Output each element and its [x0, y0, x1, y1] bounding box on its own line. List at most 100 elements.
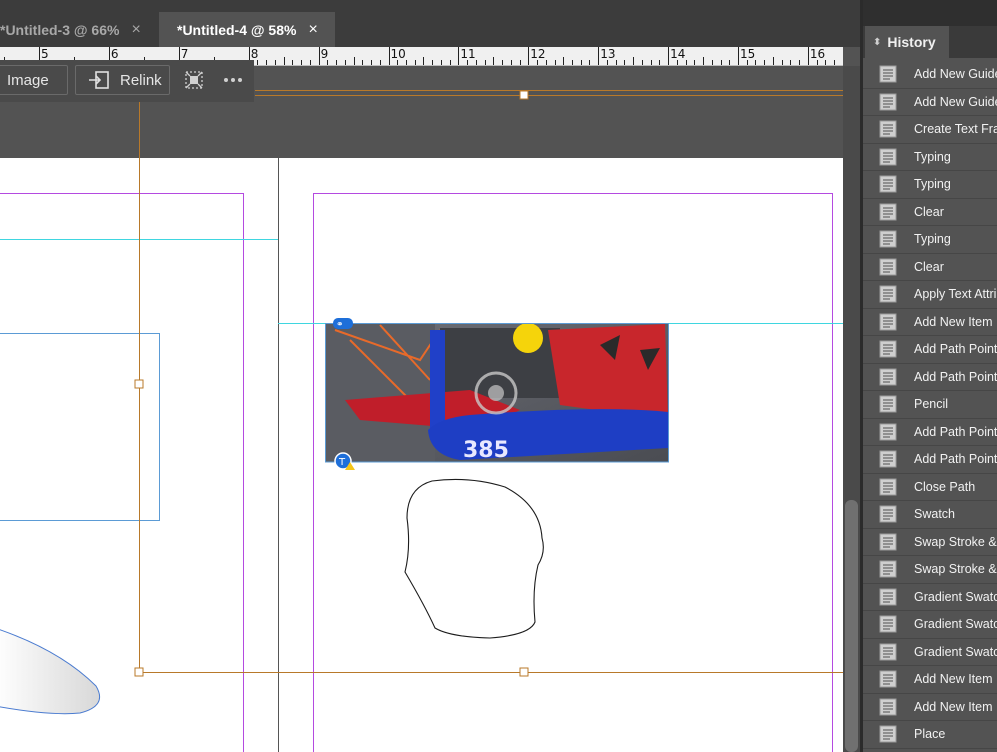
history-item[interactable]: Close Path — [863, 474, 997, 501]
panel-dock-header — [863, 0, 997, 26]
history-state-icon — [879, 533, 897, 551]
ellipsis-icon[interactable] — [222, 69, 244, 91]
ruler-minor-tick — [563, 57, 564, 65]
history-item[interactable]: Add New Item — [863, 309, 997, 336]
history-item[interactable]: Swap Stroke & Fill — [863, 529, 997, 556]
history-item[interactable]: Create Text Frame — [863, 116, 997, 144]
history-item-label: Gradient Swatch — [914, 617, 997, 632]
ruler-minor-tick — [354, 57, 355, 65]
relink-button[interactable]: Relink — [75, 65, 170, 95]
history-state-icon — [879, 478, 897, 496]
history-item[interactable]: Clear — [863, 199, 997, 226]
history-item[interactable]: Add Path Points — [863, 364, 997, 391]
history-tab[interactable]: ⬍ History — [865, 26, 949, 58]
ruler-minor-tick — [502, 60, 503, 65]
scrollbar-thumb[interactable] — [845, 500, 858, 752]
history-state-icon — [879, 313, 897, 331]
tab-label: *Untitled-4 @ 58% — [177, 21, 297, 38]
history-item[interactable]: Swatch — [863, 501, 997, 529]
document-page[interactable] — [0, 158, 843, 752]
ruler-minor-tick — [310, 60, 311, 65]
relink-icon — [89, 71, 109, 89]
history-item[interactable]: Place — [863, 721, 997, 749]
history-item-label: Add New Item — [914, 672, 993, 687]
document-tab-bar: *Untitled-3 @ 66% × *Untitled-4 @ 58% × — [0, 12, 860, 47]
ruler-number: 6 — [110, 47, 119, 61]
ruler-minor-tick — [555, 60, 556, 65]
ruler-minor-tick — [485, 60, 486, 65]
history-item[interactable]: Typing — [863, 226, 997, 254]
vertical-scrollbar[interactable] — [843, 66, 860, 752]
ruler-minor-tick — [633, 57, 634, 65]
tab-untitled-4[interactable]: *Untitled-4 @ 58% × — [159, 12, 335, 47]
close-icon[interactable]: × — [308, 21, 317, 39]
ruler-minor-tick — [747, 60, 748, 65]
history-state-icon — [879, 175, 897, 193]
ruler-number: 11 — [460, 47, 476, 61]
history-item[interactable]: Clear — [863, 254, 997, 281]
ruler-minor-tick — [572, 60, 573, 65]
ruler-minor-tick — [284, 57, 285, 65]
history-state-icon — [879, 203, 897, 221]
history-item[interactable]: Gradient Swatch — [863, 584, 997, 611]
ruler-minor-tick — [371, 60, 372, 65]
history-item-label: Typing — [914, 177, 951, 192]
history-item[interactable]: Add Path Points — [863, 336, 997, 364]
history-state-icon — [879, 670, 897, 688]
history-item[interactable]: Add New Item — [863, 694, 997, 721]
ruler-minor-tick — [362, 60, 363, 65]
history-item-label: Close Path — [914, 479, 976, 494]
fit-frame-icon[interactable] — [183, 69, 205, 91]
history-state-icon — [879, 698, 897, 716]
history-item[interactable]: Add New Guide — [863, 89, 997, 116]
history-item[interactable]: Typing — [863, 171, 997, 199]
history-item-label: Add Path Points — [914, 452, 997, 467]
ruler-number: 15 — [740, 47, 756, 61]
history-item[interactable]: Add Path Points — [863, 446, 997, 474]
image-button[interactable]: Image — [0, 65, 68, 95]
history-state-icon — [879, 148, 897, 166]
ruler-minor-tick — [651, 60, 652, 65]
history-state-icon — [879, 230, 897, 248]
ruler-minor-tick — [659, 60, 660, 65]
tab-untitled-3[interactable]: *Untitled-3 @ 66% × — [0, 12, 158, 47]
history-item[interactable]: Apply Text Attributes — [863, 281, 997, 309]
title-strip — [0, 0, 860, 12]
history-item-label: Add Path Points — [914, 369, 997, 384]
ruler-corner — [843, 47, 860, 65]
ruler-minor-tick — [607, 60, 608, 65]
history-item[interactable]: Swap Stroke & Fill — [863, 556, 997, 584]
history-item-label: Typing — [914, 232, 951, 247]
ruler-minor-tick — [301, 60, 302, 65]
ruler-minor-tick — [406, 60, 407, 65]
ruler-minor-tick — [755, 60, 756, 65]
history-state-icon — [879, 588, 897, 606]
history-item[interactable]: Pencil — [863, 391, 997, 419]
history-item[interactable]: Gradient Swatch — [863, 639, 997, 666]
history-state-icon — [879, 340, 897, 358]
contextual-task-bar: Image Relink — [0, 60, 254, 102]
history-item-label: Add New Guide — [914, 94, 997, 109]
history-item-label: Swatch — [914, 507, 955, 522]
collapse-chevron-icon[interactable]: ⬍ — [873, 37, 881, 48]
ruler-minor-tick — [415, 60, 416, 65]
ruler-minor-tick — [493, 57, 494, 65]
history-panel: ⬍ History Add New Guide Add New Guide Crea… — [863, 0, 997, 752]
history-item[interactable]: Gradient Swatch — [863, 611, 997, 639]
history-item-label: Apply Text Attributes — [914, 287, 997, 302]
history-item-label: Add New Item — [914, 699, 993, 714]
history-item[interactable]: Add Path Points — [863, 419, 997, 446]
ruler-minor-tick — [380, 60, 381, 65]
ruler-minor-tick — [423, 57, 424, 65]
close-icon[interactable]: × — [131, 21, 140, 39]
ruler-minor-tick — [721, 60, 722, 65]
ruler-minor-tick — [729, 60, 730, 65]
history-state-icon — [879, 65, 897, 83]
history-item[interactable]: Typing — [863, 144, 997, 171]
history-item[interactable]: Add New Guide — [863, 61, 997, 89]
history-item-label: Add Path Points — [914, 424, 997, 439]
history-item-label: Gradient Swatch — [914, 644, 997, 659]
ruler-minor-tick — [450, 60, 451, 65]
history-item[interactable]: Add New Item — [863, 666, 997, 694]
history-item-label: Gradient Swatch — [914, 589, 997, 604]
